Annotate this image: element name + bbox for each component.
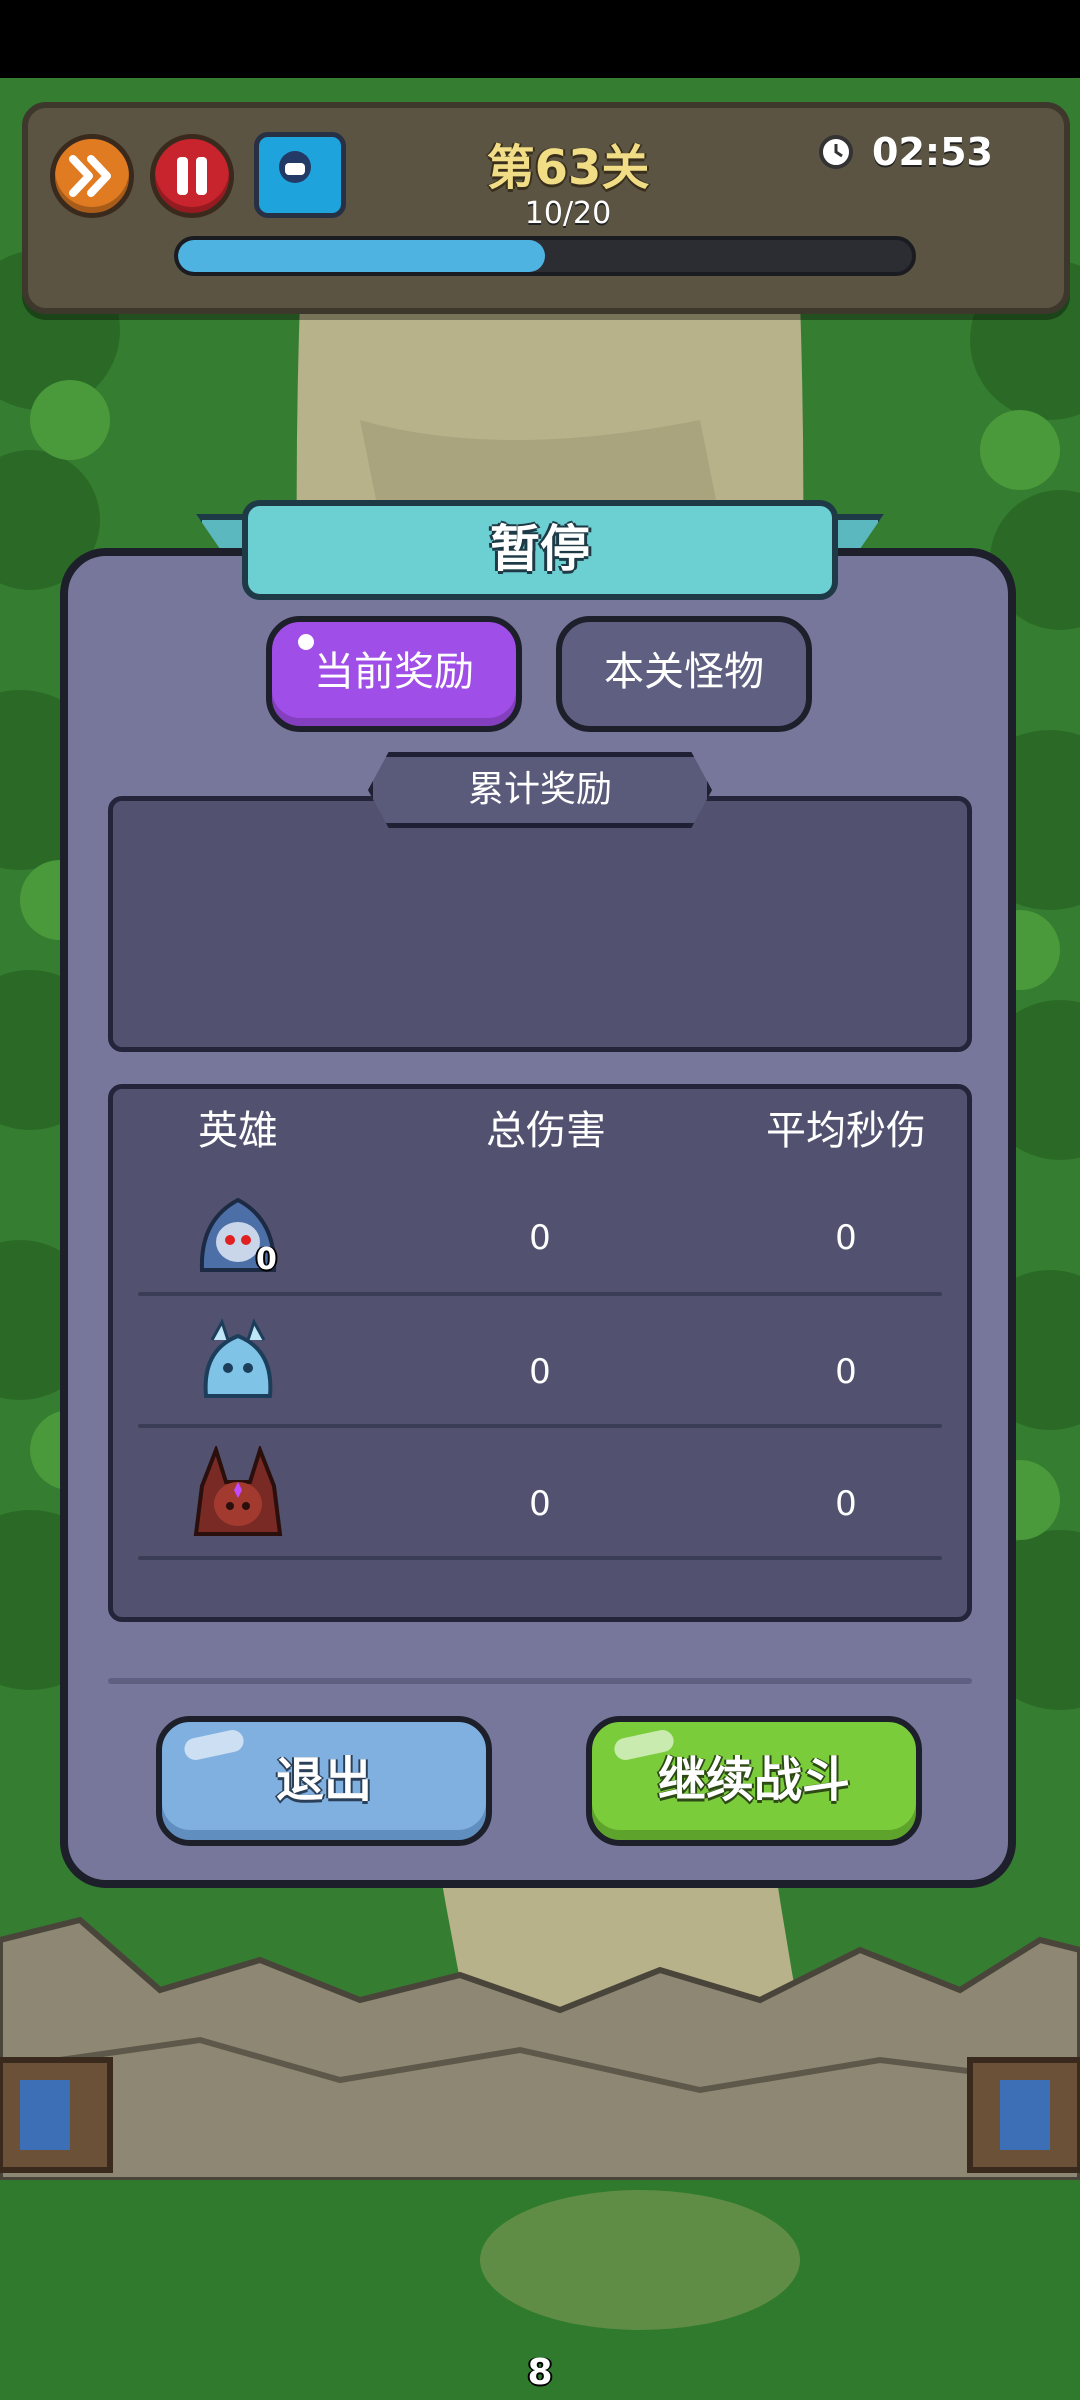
row-divider	[138, 1556, 942, 1560]
top-hud: 第63关 10/20 02:53	[22, 102, 1070, 314]
hero-card-icon	[279, 151, 311, 183]
dialog-separator	[108, 1678, 972, 1684]
pause-icon	[177, 157, 207, 195]
hero-cards-button[interactable]	[254, 132, 346, 218]
column-header-hero: 英雄	[198, 1108, 278, 1154]
hero-2-avg-dps: 0	[835, 1352, 857, 1392]
hero-2-total-damage: 0	[529, 1352, 551, 1392]
hero-1-total-damage: 0	[529, 1218, 551, 1258]
row-divider	[138, 1424, 942, 1428]
accumulated-rewards-label: 累计奖励	[368, 752, 712, 828]
hero-3-avg-dps: 0	[835, 1484, 857, 1524]
hero-1-avg-dps: 0	[835, 1218, 857, 1258]
timer-text: 02:53	[872, 130, 993, 174]
tab-level-monsters-label: 本关怪物	[604, 649, 764, 695]
pause-button[interactable]	[150, 134, 234, 218]
tab-current-rewards-label: 当前奖励	[314, 649, 474, 695]
dialog-title: 暂停	[242, 500, 838, 600]
row-divider	[138, 1292, 942, 1296]
level-title: 第63关	[486, 140, 650, 196]
clock-icon	[819, 135, 853, 169]
ice-dragon-hero-icon	[203, 1318, 273, 1398]
fast-forward-button[interactable]	[50, 134, 134, 218]
exit-button-label: 退出	[275, 1752, 372, 1808]
column-header-total-damage: 总伤害	[486, 1108, 606, 1154]
tab-highlight	[298, 634, 314, 650]
continue-battle-button-label: 继续战斗	[657, 1752, 850, 1808]
button-shine	[182, 1728, 246, 1762]
hero-level-badge: 0	[256, 1242, 277, 1277]
wave-progress-text: 10/20	[524, 196, 612, 231]
bottom-counter: 8	[527, 2352, 553, 2393]
fast-forward-icon	[69, 155, 111, 197]
timer: 02:53	[818, 122, 993, 182]
status-bar	[0, 0, 1080, 78]
tab-current-rewards[interactable]: 当前奖励	[266, 616, 522, 732]
continue-battle-button[interactable]: 继续战斗	[586, 1716, 922, 1846]
wave-progress-bar	[174, 236, 916, 276]
tab-level-monsters[interactable]: 本关怪物	[556, 616, 812, 732]
game-scene: 第63关 10/20 02:53 暂停 当前奖励 本关怪物 累计奖励 英雄 总伤…	[0, 0, 1080, 2400]
accumulated-rewards-box	[108, 796, 972, 1052]
hero-3-total-damage: 0	[529, 1484, 551, 1524]
column-header-avg-dps: 平均秒伤	[766, 1108, 926, 1154]
wave-progress-fill	[178, 240, 545, 272]
exit-button[interactable]: 退出	[156, 1716, 492, 1846]
dark-dragon-hero-icon	[193, 1446, 283, 1536]
